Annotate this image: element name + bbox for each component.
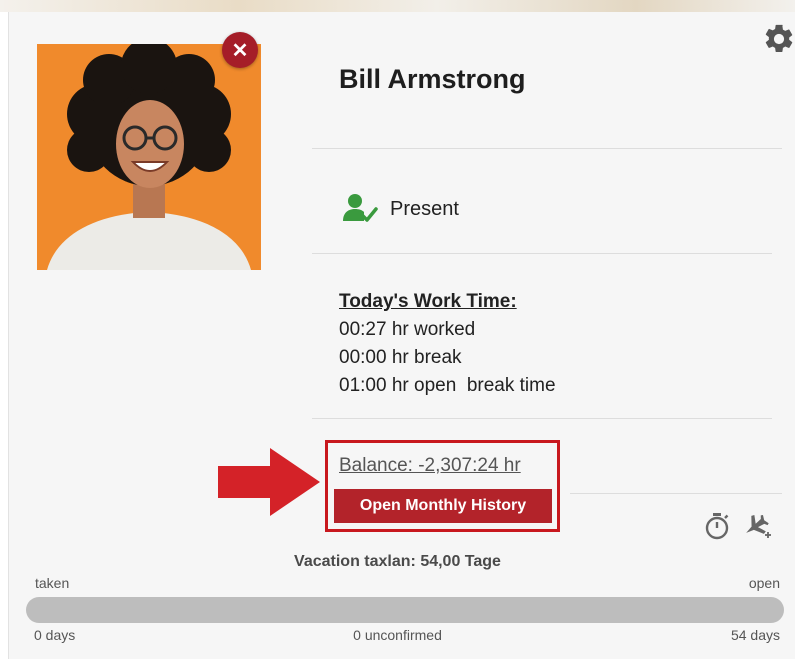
- open-break-time: 01:00 hr open break time: [339, 375, 556, 396]
- employee-name: Bill Armstrong: [339, 64, 526, 94]
- open-monthly-history-button[interactable]: Open Monthly History: [334, 489, 552, 523]
- close-icon: ✕: [231, 39, 249, 62]
- divider: [312, 148, 782, 149]
- annotation-arrow: [218, 448, 320, 516]
- attendance-status: Present: [342, 193, 459, 225]
- background-strip: [0, 0, 795, 12]
- break-time: 00:00 hr break: [339, 347, 462, 368]
- work-time-section: Today's Work Time: 00:27 hr worked 00:00…: [339, 288, 556, 400]
- status-label: Present: [390, 197, 459, 220]
- settings-button[interactable]: [762, 22, 795, 56]
- user-check-icon: [343, 194, 378, 222]
- divider: [570, 493, 782, 494]
- vacation-title: Vacation taxlan: 54,00 Tage: [294, 553, 501, 570]
- vacation-progress-bar: [26, 597, 784, 623]
- divider: [312, 253, 772, 254]
- vacation-request-button[interactable]: [741, 512, 771, 540]
- work-time-heading: Today's Work Time:: [339, 291, 517, 312]
- taken-label: taken: [35, 575, 70, 591]
- airplane-plus-icon: [746, 514, 771, 538]
- stopwatch-icon: [705, 513, 729, 540]
- unconfirmed-days: 0 unconfirmed: [353, 627, 442, 643]
- stopwatch-button[interactable]: [704, 512, 730, 540]
- divider: [312, 418, 772, 419]
- employee-photo: [37, 44, 261, 270]
- gear-icon: [765, 24, 793, 53]
- balance-link[interactable]: Balance: -2,307:24 hr: [339, 455, 521, 477]
- open-label: open: [748, 575, 780, 591]
- close-button[interactable]: ✕: [222, 32, 258, 68]
- open-days: 54 days: [730, 627, 780, 643]
- worked-time: 00:27 hr worked: [339, 319, 476, 340]
